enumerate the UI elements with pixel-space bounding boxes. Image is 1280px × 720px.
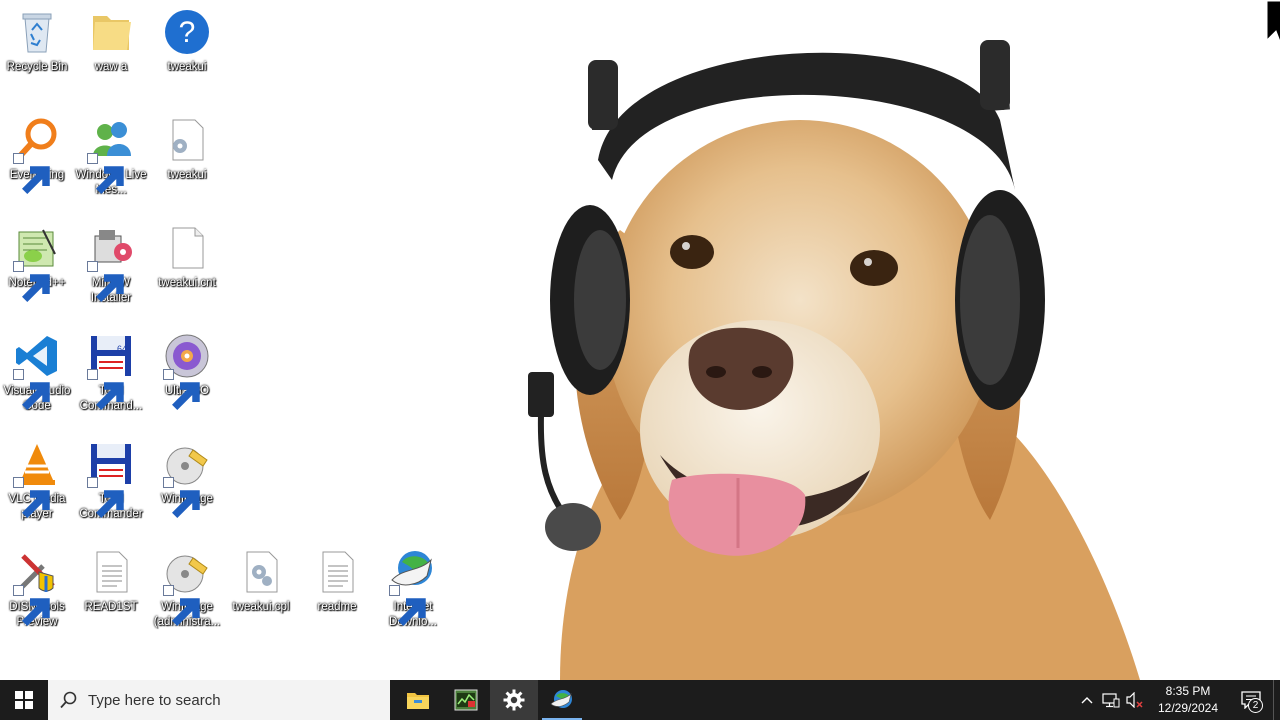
total-commander-64-icon: 64 — [87, 332, 135, 410]
text-file-icon — [87, 548, 135, 596]
everything-search-icon — [13, 116, 61, 194]
shortcut-arrow-icon — [163, 369, 200, 410]
shortcut-arrow-icon — [87, 261, 124, 302]
total-commander-icon — [87, 440, 135, 518]
shortcut-arrow-icon — [389, 585, 426, 626]
file-explorer-icon — [407, 693, 429, 709]
folder-icon — [87, 8, 135, 56]
notification-count-badge: 2 — [1248, 698, 1263, 713]
chevron-up-icon — [1081, 697, 1093, 704]
ultraiso-icon — [163, 332, 211, 410]
desktop-icon[interactable]: 64 Total Command... — [74, 332, 148, 414]
svg-text:64: 64 — [117, 344, 127, 354]
desktop-icon[interactable]: WinImage — [150, 440, 224, 518]
network-icon — [1102, 693, 1120, 708]
desktop-icon[interactable]: Notepad++ — [0, 224, 74, 302]
desktop-icon[interactable]: Recycle Bin — [0, 8, 74, 75]
help-icon: ? — [163, 8, 211, 56]
show-hidden-icons-button[interactable] — [1075, 680, 1099, 720]
notepad-plus-plus-icon — [13, 224, 61, 302]
task-manager-icon — [454, 689, 478, 711]
shortcut-arrow-icon — [13, 153, 50, 194]
text-file-icon — [313, 548, 361, 596]
shortcut-arrow-icon — [13, 261, 50, 302]
clock[interactable]: 8:35 PM 12/29/2024 — [1153, 683, 1223, 717]
desktop-icon[interactable]: WinImage (administra... — [150, 548, 224, 630]
desktop-icon-label: READ1ST — [84, 601, 138, 613]
desktop-icon-label: tweakui.cnt — [158, 277, 216, 289]
desktop-icon[interactable]: Internet Downlo... — [376, 548, 450, 630]
shortcut-arrow-icon — [163, 477, 200, 518]
dismtools-icon — [13, 548, 61, 626]
desktop-icon[interactable]: tweakui.cnt — [150, 224, 224, 291]
vscode-icon — [13, 332, 61, 410]
svg-text:?: ? — [179, 16, 196, 49]
desktop-icon[interactable]: Everything — [0, 116, 74, 194]
winimage-admin-icon — [163, 548, 211, 626]
taskbar-internet-download-manager[interactable] — [538, 680, 586, 720]
desktop-icon[interactable]: waw a — [74, 8, 148, 75]
desktop-icon[interactable]: Windows Live Mes... — [74, 116, 148, 198]
volume-button[interactable] — [1123, 680, 1147, 720]
action-center-button[interactable]: 2 — [1229, 680, 1273, 720]
desktop-icon[interactable]: Total Commander — [74, 440, 148, 522]
vlc-icon — [13, 440, 61, 518]
winimage-icon — [163, 440, 211, 518]
desktop-icon-label: tweakui — [167, 169, 207, 181]
taskbar-settings[interactable] — [490, 680, 538, 720]
internet-download-manager-icon — [550, 690, 572, 708]
desktop-icon[interactable]: Visual Studio Code — [0, 332, 74, 414]
taskbar: Type here to search 8:35 PM 12/29/2024 2 — [0, 680, 1280, 720]
settings-gear-icon — [503, 689, 525, 711]
settings-file-icon — [163, 116, 211, 164]
desktop[interactable]: Recycle Bin waw a? tweakui Everything Window… — [0, 0, 1280, 680]
show-desktop-button[interactable] — [1273, 680, 1280, 720]
windows-logo-icon — [15, 691, 33, 709]
mouse-cursor-icon — [1266, 0, 1280, 43]
search-icon — [60, 691, 77, 709]
desktop-icon[interactable]: VLC media player — [0, 440, 74, 522]
shortcut-arrow-icon — [13, 585, 50, 626]
system-tray: 8:35 PM 12/29/2024 2 — [1075, 680, 1280, 720]
desktop-icon[interactable]: DISMTools Preview — [0, 548, 74, 630]
desktop-icon-label: tweakui — [167, 61, 207, 73]
desktop-icon-label: readme — [317, 601, 357, 613]
shortcut-arrow-icon — [163, 585, 200, 626]
taskbar-file-explorer[interactable] — [394, 680, 442, 720]
internet-download-manager-icon — [389, 548, 437, 626]
desktop-icon[interactable]: ? tweakui — [150, 8, 224, 75]
desktop-icon[interactable]: READ1ST — [74, 548, 148, 615]
desktop-icon-label: tweakui.cpl — [232, 601, 290, 613]
network-button[interactable] — [1099, 680, 1123, 720]
desktop-icon[interactable]: MinGW Installer — [74, 224, 148, 306]
recycle-bin-icon — [13, 8, 61, 56]
start-button[interactable] — [0, 680, 48, 720]
windows-live-messenger-icon — [87, 116, 135, 194]
taskbar-task-manager[interactable] — [442, 680, 490, 720]
blank-file-icon — [163, 224, 211, 272]
mingw-installer-icon — [87, 224, 135, 302]
control-panel-file-icon — [237, 548, 285, 596]
shortcut-arrow-icon — [13, 369, 50, 410]
shortcut-arrow-icon — [87, 477, 124, 518]
desktop-icon-label: waw a — [94, 61, 128, 73]
clock-date: 12/29/2024 — [1157, 701, 1219, 715]
desktop-icon[interactable]: readme — [300, 548, 374, 615]
volume-muted-icon — [1126, 692, 1143, 708]
shortcut-arrow-icon — [13, 477, 50, 518]
desktop-icon[interactable]: UltraISO — [150, 332, 224, 410]
search-placeholder: Type here to search — [88, 691, 221, 709]
clock-time: 8:35 PM — [1165, 684, 1211, 698]
shortcut-arrow-icon — [87, 369, 124, 410]
desktop-icon[interactable]: tweakui.cpl — [224, 548, 298, 615]
shortcut-arrow-icon — [87, 153, 124, 194]
desktop-icon[interactable]: tweakui — [150, 116, 224, 183]
desktop-icon-label: Recycle Bin — [6, 61, 68, 73]
search-box[interactable]: Type here to search — [48, 680, 390, 720]
